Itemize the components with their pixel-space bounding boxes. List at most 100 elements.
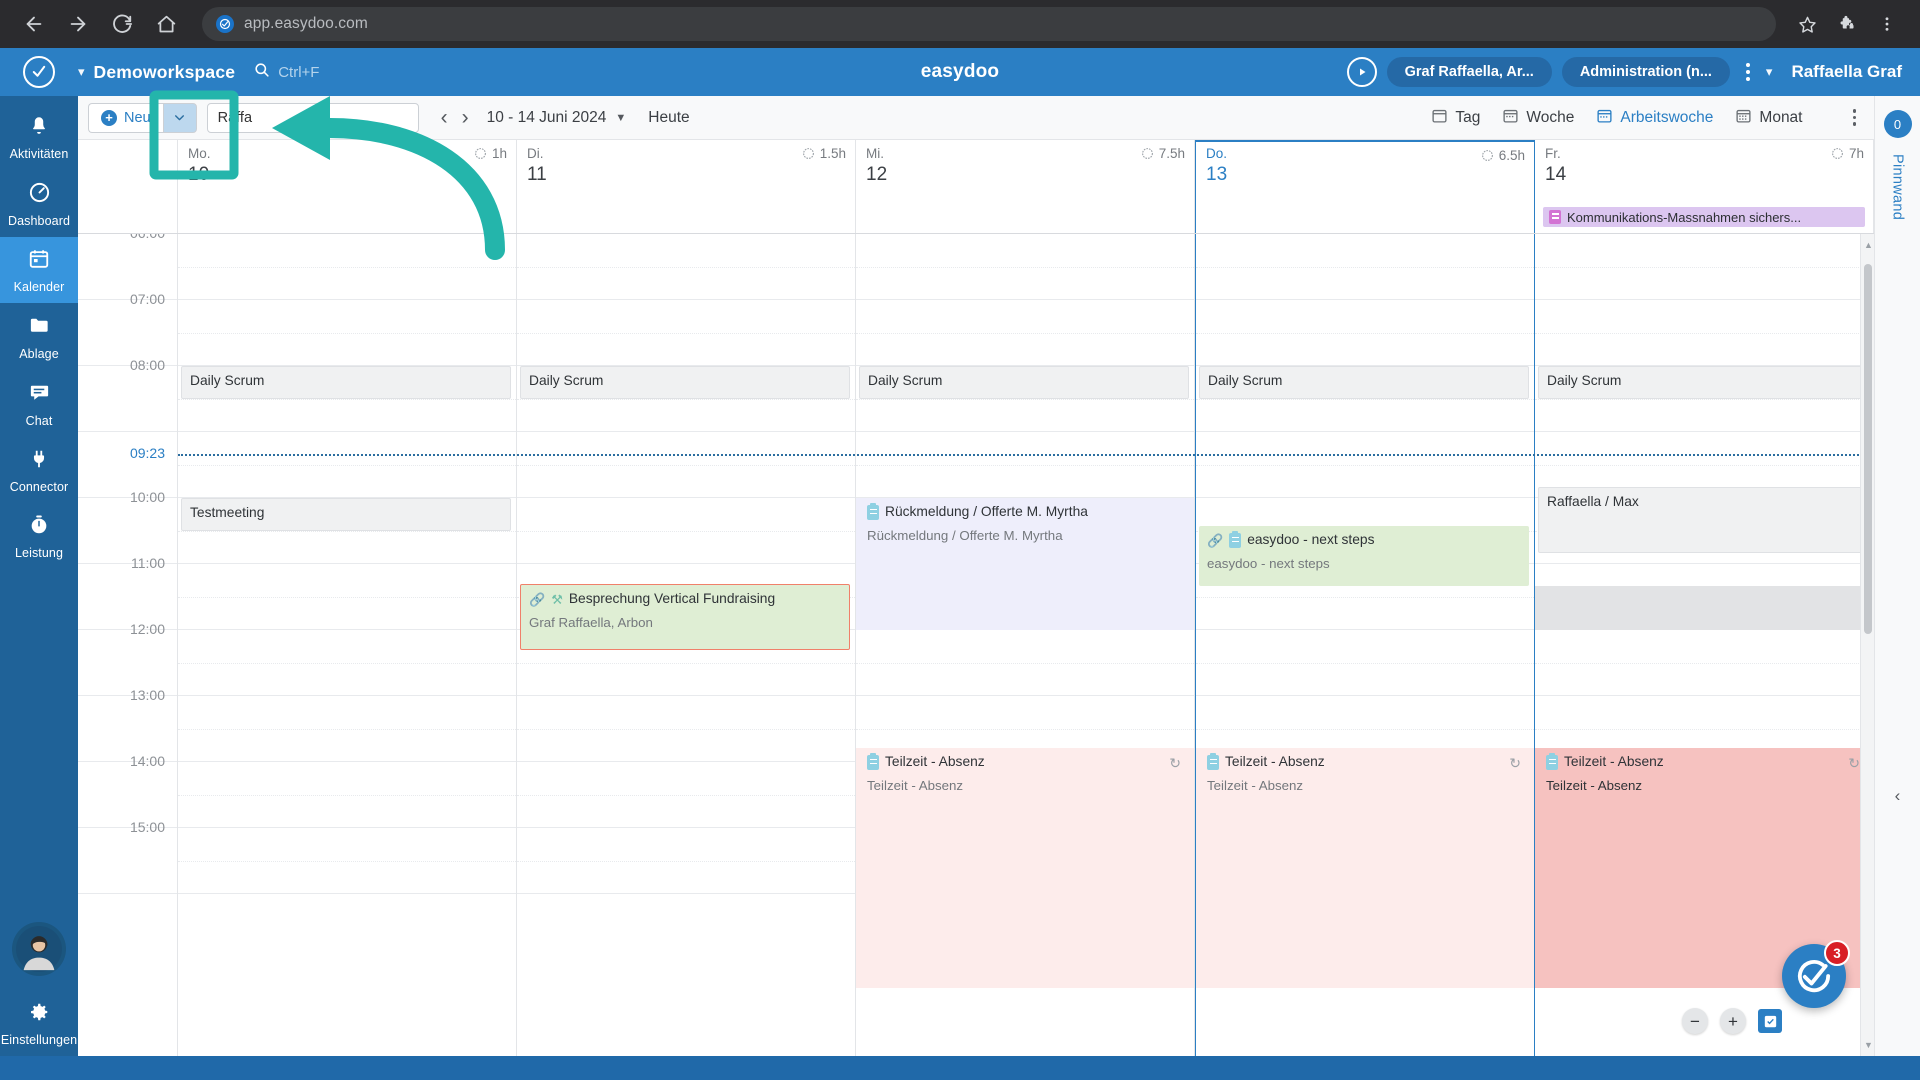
header-overflow-menu-icon[interactable] <box>1740 63 1756 81</box>
repeat-icon: ↻ <box>1509 755 1521 771</box>
sidebar-item-kalender[interactable]: Kalender <box>0 237 78 303</box>
day-of-week: Do. <box>1206 146 1228 161</box>
new-button[interactable]: + Neu <box>88 102 163 133</box>
day-of-week: Di. <box>527 146 544 161</box>
forward-arrow-icon[interactable] <box>58 4 98 44</box>
view-mode-arbeitswoche[interactable]: Arbeitswoche <box>1596 107 1713 129</box>
time-gutter: 06:00 07:00 08:00 09:00 10:00 11:00 12:0… <box>78 234 178 1056</box>
collapse-rail-icon[interactable]: ‹ <box>1895 786 1901 806</box>
calendar-event[interactable]: Daily Scrum <box>859 366 1189 399</box>
event-subtitle: Teilzeit - Absenz <box>1207 777 1304 793</box>
all-day-event-title: Kommunikations-Massnahmen sichers... <box>1567 209 1802 225</box>
context-pill-administration[interactable]: Administration (n... <box>1561 57 1730 87</box>
calendar-event[interactable]: Daily Scrum <box>520 366 850 399</box>
calendar-vertical-scrollbar[interactable]: ▲ ▼ <box>1860 234 1874 1056</box>
scrollbar-thumb[interactable] <box>1864 264 1872 634</box>
day-header-do-today[interactable]: Do. 13 6.5h <box>1195 140 1535 233</box>
event-title: Daily Scrum <box>1547 373 1622 388</box>
sidebar-item-aktivitaeten[interactable]: Aktivitäten <box>0 104 78 170</box>
zoom-out-button[interactable]: − <box>1682 1008 1708 1034</box>
day-hours-value: 1.5h <box>819 146 846 161</box>
repeat-icon: ↻ <box>1848 755 1860 771</box>
doc-icon <box>1549 210 1561 224</box>
reload-icon[interactable] <box>102 4 142 44</box>
today-button[interactable]: Heute <box>648 109 689 127</box>
event-title: Teilzeit - Absenz <box>885 754 985 769</box>
day-hours-total: 7h <box>1831 146 1864 161</box>
filter-search-input[interactable]: Raffa <box>206 102 419 133</box>
view-mode-tag[interactable]: Tag <box>1431 107 1480 129</box>
day-header-mi[interactable]: Mi. 12 7.5h <box>856 140 1195 233</box>
event-title: Teilzeit - Absenz <box>1225 754 1325 769</box>
day-column-do-today[interactable]: Daily Scrum 🔗 easydoo - next steps easyd… <box>1195 234 1535 1056</box>
calendar-event[interactable]: 🔗 easydoo - next steps easydoo - next st… <box>1199 526 1529 586</box>
folder-icon <box>28 314 51 342</box>
day-header-di[interactable]: Di. 11 1.5h <box>517 140 856 233</box>
user-chevron-down-icon[interactable]: ▾ <box>1766 64 1773 80</box>
sidebar-label: Chat <box>25 414 53 428</box>
play-icon[interactable] <box>1346 57 1377 87</box>
zoom-in-button[interactable]: + <box>1720 1008 1746 1034</box>
sidebar-item-connector[interactable]: Connector <box>0 437 78 503</box>
time-label: 15:00 <box>129 819 165 835</box>
next-period-button[interactable]: › <box>462 107 469 128</box>
calendar-event[interactable]: Testmeeting <box>181 498 511 531</box>
calendar-event[interactable]: Daily Scrum <box>1538 366 1868 399</box>
new-dropdown-button[interactable] <box>162 102 197 133</box>
app-logo[interactable] <box>0 56 78 88</box>
address-bar[interactable]: app.easydoo.com <box>202 7 1776 41</box>
three-dot-menu-icon[interactable] <box>1868 5 1906 43</box>
scroll-up-arrow-icon[interactable]: ▲ <box>1864 240 1873 250</box>
workspace-name[interactable]: Demoworkspace <box>94 62 236 83</box>
day-column-di[interactable]: Daily Scrum 🔗 ⚒ Besprechung Vertical Fun… <box>517 234 856 1056</box>
day-hours-value: 6.5h <box>1498 148 1525 163</box>
day-header-fr[interactable]: Fr. 14 7h Kommunikations-Massnahmen sich… <box>1535 140 1874 233</box>
calendar-grid-scroll[interactable]: 06:00 07:00 08:00 09:00 10:00 11:00 12:0… <box>78 234 1874 1056</box>
sidebar-item-einstellungen[interactable]: Einstellungen <box>0 990 78 1056</box>
brand-title: easydoo <box>920 61 1000 82</box>
time-label: 08:00 <box>129 357 165 373</box>
calendar-event[interactable]: Teilzeit - Absenz Teilzeit - Absenz ↻ <box>1199 748 1529 918</box>
star-icon[interactable] <box>1788 5 1826 43</box>
calendar-day-icon <box>1431 107 1448 129</box>
repeat-icon: ↻ <box>1169 755 1181 771</box>
chevron-down-icon[interactable]: ▾ <box>78 64 85 80</box>
current-user-name[interactable]: Raffaella Graf <box>1791 62 1902 82</box>
view-mode-woche[interactable]: Woche <box>1502 107 1574 129</box>
easydoo-assistant-fab[interactable]: 3 <box>1782 940 1850 1008</box>
user-avatar[interactable] <box>12 922 66 976</box>
day-column-fr[interactable]: Daily Scrum Raffaella / Max Teilzeit - A… <box>1535 234 1874 1056</box>
sidebar-item-leistung[interactable]: Leistung <box>0 503 78 569</box>
calendar-event[interactable]: Daily Scrum <box>181 366 511 399</box>
view-mode-monat[interactable]: Monat <box>1735 107 1803 129</box>
back-arrow-icon[interactable] <box>14 4 54 44</box>
day-column-mo[interactable]: Daily Scrum Testmeeting <box>178 234 517 1056</box>
sidebar-item-dashboard[interactable]: Dashboard <box>0 170 78 237</box>
all-day-event[interactable]: Kommunikations-Massnahmen sichers... <box>1543 207 1865 227</box>
task-toggle-button[interactable] <box>1758 1009 1782 1033</box>
calendar-event[interactable]: Teilzeit - Absenz Teilzeit - Absenz ↻ <box>1538 748 1868 918</box>
time-label: 12:00 <box>129 621 165 637</box>
previous-period-button[interactable]: ‹ <box>441 107 448 128</box>
calendar-event[interactable]: Raffaella / Max <box>1538 487 1868 553</box>
time-label: 10:00 <box>129 489 165 505</box>
pinnwand-label[interactable]: Pinnwand <box>1890 154 1906 220</box>
puzzle-icon[interactable] <box>1828 5 1866 43</box>
calendar-event[interactable]: Teilzeit - Absenz Teilzeit - Absenz ↻ <box>859 748 1189 918</box>
calendar-event-selected[interactable]: 🔗 ⚒ Besprechung Vertical Fundraising Gra… <box>520 584 850 650</box>
sidebar-item-ablage[interactable]: Ablage <box>0 303 78 370</box>
day-header-mo[interactable]: Mo. 10 1h <box>178 140 517 233</box>
scroll-down-arrow-icon[interactable]: ▼ <box>1864 1040 1873 1050</box>
pinnwand-count-badge[interactable]: 0 <box>1883 110 1912 138</box>
event-subtitle: Graf Raffaella, Arbon <box>529 614 653 630</box>
calendar-event[interactable]: Rückmeldung / Offerte M. Myrtha Rückmeld… <box>859 498 1189 630</box>
home-icon[interactable] <box>146 4 186 44</box>
stopwatch-icon <box>28 514 50 541</box>
day-column-mi[interactable]: Daily Scrum Rückmeldung / Offerte M. Myr… <box>856 234 1195 1056</box>
calendar-event[interactable]: Daily Scrum <box>1199 366 1529 399</box>
date-range-selector[interactable]: 10 - 14 Juni 2024 ▼ <box>487 109 627 127</box>
sidebar-item-chat[interactable]: Chat <box>0 370 78 437</box>
context-pill-person[interactable]: Graf Raffaella, Ar... <box>1386 57 1552 87</box>
search-icon[interactable] <box>253 61 270 83</box>
toolbar-overflow-menu-icon[interactable] <box>1845 105 1865 130</box>
